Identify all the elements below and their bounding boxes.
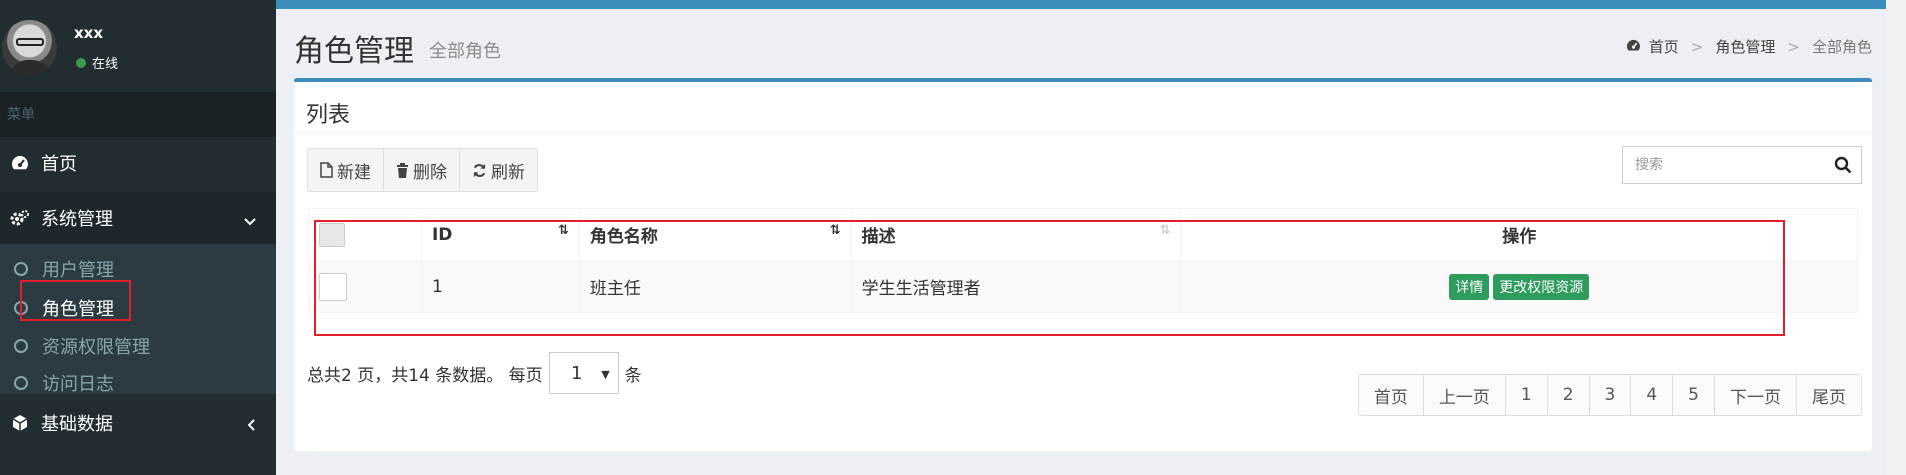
breadcrumb-role-management[interactable]: 角色管理	[1715, 36, 1775, 57]
top-header-bar	[276, 0, 1906, 9]
sidebar-item-system-label: 系统管理	[41, 209, 113, 230]
page-4[interactable]: 4	[1630, 374, 1674, 416]
page-size-select[interactable]: 1 ▼	[548, 352, 619, 394]
gears-icon	[9, 207, 31, 229]
summary-suffix: 条	[624, 365, 642, 386]
scrollbar[interactable]	[1886, 0, 1906, 475]
page-last[interactable]: 尾页	[1796, 374, 1862, 416]
refresh-button-label: 刷新	[491, 162, 525, 183]
summary-text: 总共2 页，共14 条数据。 每页	[307, 365, 543, 386]
user-status: 在线	[76, 53, 118, 72]
pagination: 首页 上一页 1 2 3 4 5 下一页 尾页	[1357, 374, 1862, 416]
pagination-summary: 总共2 页，共14 条数据。 每页 1 ▼ 条	[307, 352, 642, 394]
avatar[interactable]	[2, 20, 57, 75]
search-input[interactable]	[1623, 147, 1825, 183]
caret-down-icon: ▼	[601, 368, 610, 381]
sidebar-item-label: 资源权限管理	[42, 336, 150, 358]
online-dot-icon	[76, 57, 86, 68]
cube-icon	[9, 412, 31, 434]
sidebar-item-label: 访问日志	[42, 373, 114, 395]
page-2[interactable]: 2	[1546, 374, 1590, 416]
menu-header: 菜单	[0, 92, 276, 137]
new-button[interactable]: 新建	[307, 148, 384, 192]
page-3[interactable]: 3	[1588, 374, 1632, 416]
delete-button-label: 删除	[413, 162, 447, 183]
search-icon[interactable]	[1825, 156, 1861, 174]
chevron-left-icon	[247, 415, 256, 436]
toolbar: 新建 删除 刷新	[307, 148, 538, 192]
chevron-down-icon	[244, 210, 256, 231]
delete-button[interactable]: 删除	[383, 148, 460, 192]
dashboard-icon	[9, 152, 31, 174]
breadcrumb: 首页 > 角色管理 > 全部角色	[1626, 36, 1872, 57]
sidebar-item-home[interactable]: 首页	[0, 137, 276, 189]
page-5[interactable]: 5	[1672, 374, 1715, 416]
refresh-icon	[472, 163, 487, 178]
user-status-label: 在线	[92, 57, 119, 72]
refresh-button[interactable]: 刷新	[459, 148, 538, 192]
circle-icon	[14, 261, 28, 276]
circle-icon	[14, 375, 28, 390]
page-1[interactable]: 1	[1504, 374, 1548, 416]
sidebar-item-label: 用户管理	[42, 259, 114, 281]
trash-icon	[396, 162, 409, 178]
page-prev[interactable]: 上一页	[1422, 374, 1506, 416]
page-next[interactable]: 下一页	[1714, 374, 1797, 416]
dashboard-icon	[1626, 38, 1641, 56]
sidebar-item-access-log[interactable]: 访问日志	[0, 364, 276, 401]
breadcrumb-all-roles: 全部角色	[1811, 38, 1872, 56]
highlight-annotation-sidebar	[20, 280, 131, 321]
page-subtitle: 全部角色	[429, 41, 501, 62]
new-button-label: 新建	[337, 162, 371, 183]
username: xxx	[74, 24, 104, 42]
sidebar-item-basic-data-label: 基础数据	[41, 414, 113, 435]
file-icon	[320, 162, 333, 178]
page-title: 角色管理	[294, 34, 414, 69]
sidebar-item-system[interactable]: 系统管理	[0, 192, 276, 244]
circle-icon	[14, 338, 28, 353]
page-first[interactable]: 首页	[1357, 374, 1424, 416]
user-panel: xxx 在线	[0, 0, 276, 92]
sidebar-item-home-label: 首页	[41, 154, 77, 175]
highlight-annotation-table	[314, 220, 1785, 336]
sidebar: xxx 在线 菜单 首页 系统管理 用户管理 角色管理 资源权限管理 访问日志 …	[0, 0, 276, 475]
box-title: 列表	[306, 103, 351, 128]
breadcrumb-home[interactable]: 首页	[1649, 36, 1679, 57]
search-box	[1622, 146, 1862, 184]
sidebar-item-resource-permission[interactable]: 资源权限管理	[0, 327, 276, 364]
page-size-value: 1	[570, 362, 583, 384]
sidebar-item-basic-data[interactable]: 基础数据	[0, 397, 276, 449]
